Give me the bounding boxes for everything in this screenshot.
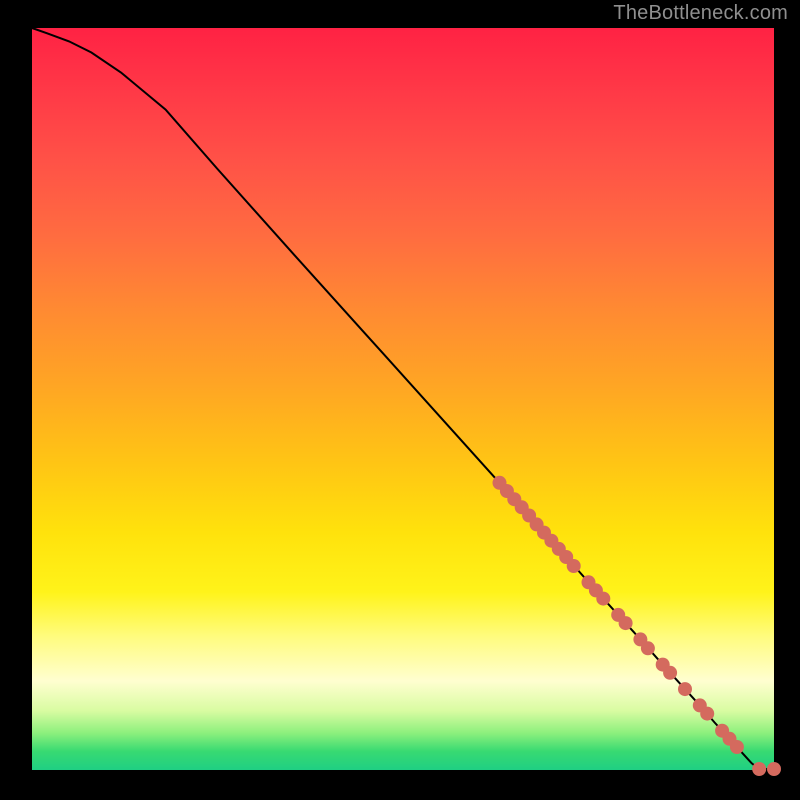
dot	[678, 682, 692, 696]
dot	[700, 707, 714, 721]
chart-stage: TheBottleneck.com	[0, 0, 800, 800]
dot	[567, 559, 581, 573]
dot	[663, 666, 677, 680]
dot	[619, 616, 633, 630]
highlight-dots	[493, 476, 782, 776]
dot	[641, 641, 655, 655]
dot	[596, 592, 610, 606]
dot	[752, 762, 766, 776]
dot	[767, 762, 781, 776]
dot	[730, 740, 744, 754]
attribution-text: TheBottleneck.com	[613, 2, 788, 25]
curve-svg	[32, 28, 774, 770]
plot-area	[32, 28, 774, 770]
